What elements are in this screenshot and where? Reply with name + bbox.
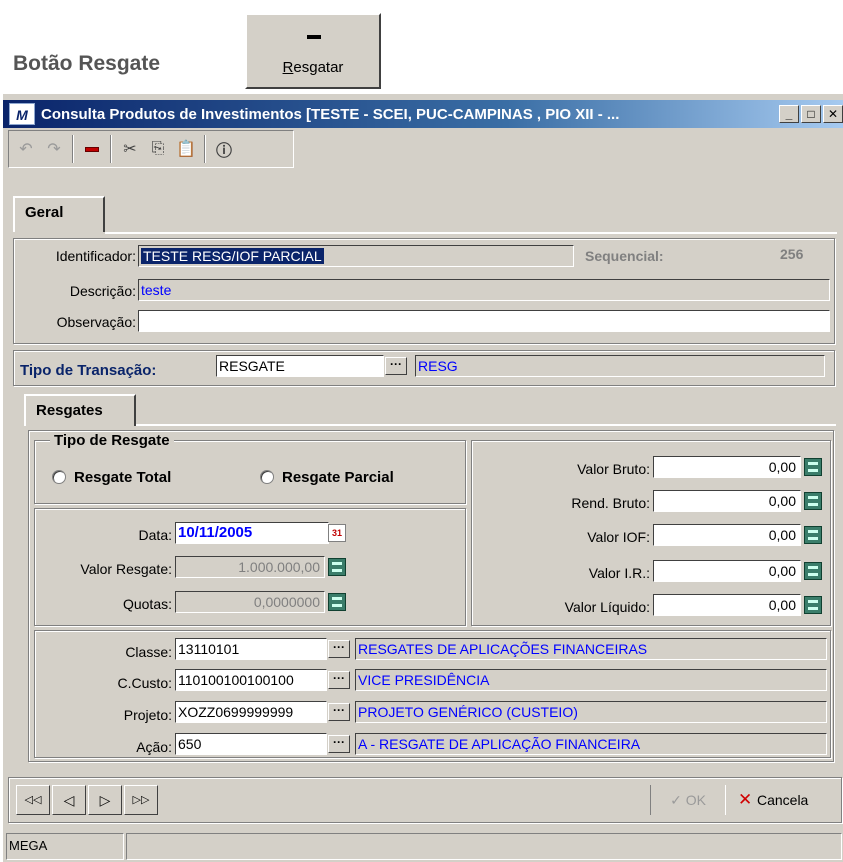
tipo-transacao-field[interactable]: RESGATE	[216, 355, 384, 377]
copy-icon[interactable]: ⎘	[145, 135, 171, 163]
rend-bruto-label: Rend. Bruto:	[571, 495, 650, 511]
toolbar-separator	[110, 135, 112, 163]
classe-description: RESGATES DE APLICAÇÕES FINANCEIRAS	[355, 638, 827, 660]
calculator-icon[interactable]	[804, 526, 822, 544]
projeto-lookup-button[interactable]: ···	[328, 703, 350, 721]
calculator-icon[interactable]	[804, 492, 822, 510]
quotas-field[interactable]: 0,0000000	[175, 591, 325, 613]
radio-circle-icon	[260, 470, 274, 484]
valor-resgate-field[interactable]: 1.000.000,00	[175, 556, 325, 578]
minus-icon	[307, 35, 321, 39]
prev-record-button[interactable]: ◁	[52, 785, 86, 815]
minimize-button[interactable]: _	[779, 105, 799, 123]
calculator-icon[interactable]	[328, 593, 346, 611]
window-titlebar[interactable]: M Consulta Produtos de Investimentos [TE…	[3, 100, 843, 128]
toolbar-separator	[72, 135, 74, 163]
ok-button[interactable]: ✓ OK	[650, 785, 726, 815]
cancel-button[interactable]: ✕ Cancela	[738, 785, 842, 815]
close-button[interactable]: ✕	[823, 105, 843, 123]
tipo-transacao-code: RESG	[415, 355, 825, 377]
resgate-total-radio[interactable]: Resgate Total	[52, 469, 171, 486]
tab-resgates[interactable]: Resgates	[24, 394, 136, 426]
info-icon[interactable]: ⓘ	[211, 135, 237, 163]
redo-icon[interactable]: ↷	[41, 135, 67, 163]
window-title: Consulta Produtos de Investimentos [TEST…	[41, 105, 620, 123]
acao-lookup-button[interactable]: ···	[328, 735, 350, 753]
resgatar-demo-label: Resgatar	[282, 59, 344, 76]
valor-ir-label: Valor I.R.:	[588, 565, 650, 581]
classe-lookup-button[interactable]: ···	[328, 640, 350, 658]
projeto-label: Projeto:	[123, 707, 172, 723]
observacao-label: Observação:	[56, 314, 136, 330]
identificador-label: Identificador:	[55, 248, 136, 264]
calculator-icon[interactable]	[804, 596, 822, 614]
valor-liquido-label: Valor Líquido:	[564, 599, 650, 615]
valor-bruto-label: Valor Bruto:	[577, 461, 650, 477]
resgate-parcial-radio[interactable]: Resgate Parcial	[260, 469, 394, 486]
classe-code-field[interactable]: 13110101	[175, 638, 327, 660]
ccusto-lookup-button[interactable]: ···	[328, 671, 350, 689]
valor-ir-field[interactable]: 0,00	[653, 560, 801, 582]
descricao-field[interactable]: teste	[138, 279, 830, 301]
check-icon: ✓	[670, 792, 686, 808]
paste-icon[interactable]: 📋	[173, 135, 199, 163]
rend-bruto-field[interactable]: 0,00	[653, 490, 801, 512]
projeto-description: PROJETO GENÉRICO (CUSTEIO)	[355, 701, 827, 723]
next-record-button[interactable]: ▷	[88, 785, 122, 815]
ccusto-label: C.Custo:	[117, 675, 172, 691]
tipo-resgate-legend: Tipo de Resgate	[50, 432, 174, 449]
data-label: Data:	[138, 527, 172, 543]
caption-title: Botão Resgate	[13, 52, 161, 75]
acao-code-field[interactable]: 650	[175, 733, 327, 755]
data-field[interactable]: 10/11/2005	[175, 522, 329, 544]
toolbar: ↶ ↷ ✂ ⎘ 📋 ⓘ	[8, 130, 294, 168]
descricao-label: Descrição:	[69, 283, 136, 299]
valor-liquido-field[interactable]: 0,00	[653, 594, 801, 616]
calendar-icon[interactable]: 31	[328, 524, 346, 542]
sequencial-label: Sequencial:	[585, 248, 664, 264]
resgatar-demo-button[interactable]: Resgatar	[245, 13, 381, 89]
tab-panel-top	[105, 232, 837, 234]
valor-iof-field[interactable]: 0,00	[653, 524, 801, 546]
undo-icon[interactable]: ↶	[13, 135, 39, 163]
calculator-icon[interactable]	[804, 458, 822, 476]
tipo-transacao-label: Tipo de Transação:	[20, 362, 157, 379]
cut-icon[interactable]: ✂	[117, 135, 143, 163]
acao-label: Ação:	[136, 739, 172, 755]
subtab-panel-top	[136, 424, 836, 426]
status-panel	[126, 833, 842, 860]
ccusto-code-field[interactable]: 110100100100100	[175, 669, 327, 691]
valor-bruto-field[interactable]: 0,00	[653, 456, 801, 478]
app-logo-icon: M	[9, 103, 35, 125]
status-text: MEGA	[6, 833, 124, 860]
observacao-field[interactable]	[138, 310, 830, 332]
tab-geral[interactable]: Geral	[13, 196, 105, 232]
quotas-label: Quotas:	[122, 596, 172, 612]
delete-icon[interactable]	[79, 135, 105, 163]
identificador-field[interactable]: TESTE RESG/IOF PARCIAL	[138, 245, 574, 267]
valor-iof-label: Valor IOF:	[587, 529, 650, 545]
classe-label: Classe:	[125, 644, 172, 660]
last-record-button[interactable]: ▷▷	[124, 785, 158, 815]
sequencial-value: 256	[780, 246, 804, 262]
tipo-transacao-lookup-button[interactable]: ···	[385, 357, 407, 375]
valor-resgate-label: Valor Resgate:	[80, 561, 172, 577]
radio-circle-icon	[52, 470, 66, 484]
calculator-icon[interactable]	[804, 562, 822, 580]
cancel-x-icon: ✕	[738, 790, 757, 809]
acao-description: A - RESGATE DE APLICAÇÃO FINANCEIRA	[355, 733, 827, 755]
maximize-button[interactable]: □	[801, 105, 821, 123]
ccusto-description: VICE PRESIDÊNCIA	[355, 669, 827, 691]
toolbar-separator	[204, 135, 206, 163]
calculator-icon[interactable]	[328, 558, 346, 576]
first-record-button[interactable]: ◁◁	[16, 785, 50, 815]
projeto-code-field[interactable]: XOZZ0699999999	[175, 701, 327, 723]
